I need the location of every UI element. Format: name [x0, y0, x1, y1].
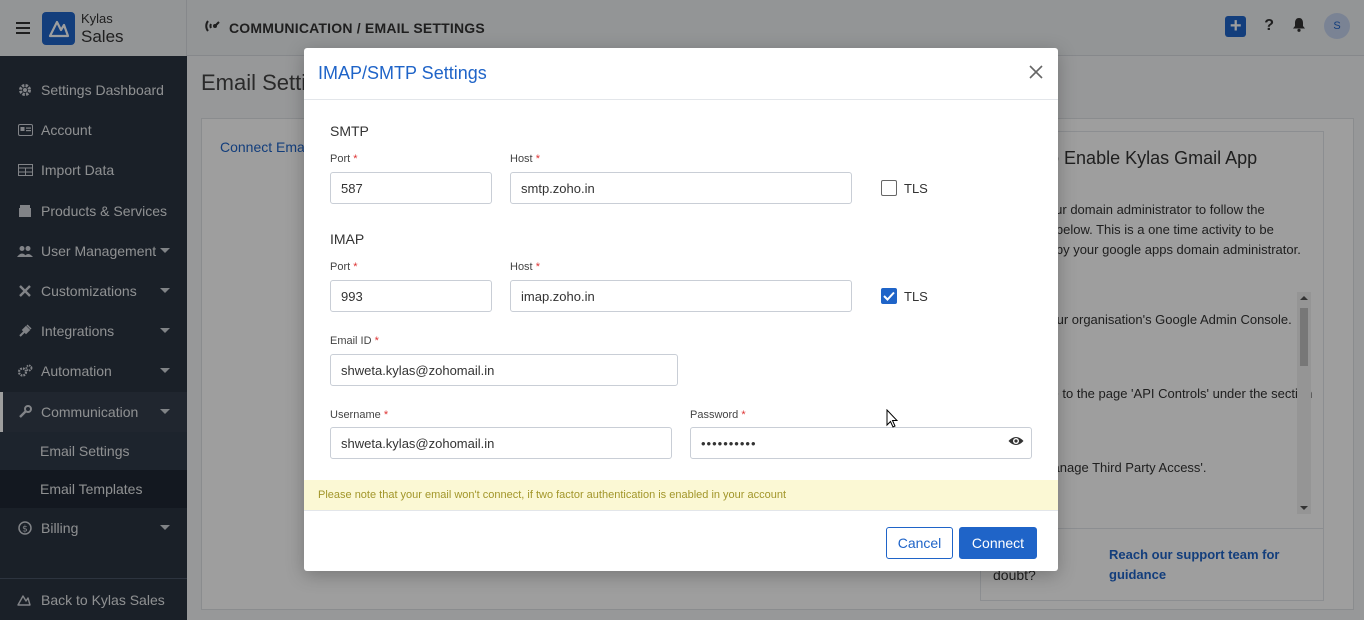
imap-port-label: Port *	[330, 261, 358, 273]
mouse-cursor-icon	[886, 408, 899, 429]
required-mark: *	[353, 153, 358, 165]
username-label-text: Username	[330, 409, 381, 421]
smtp-host-label-text: Host	[510, 153, 533, 165]
cancel-button[interactable]: Cancel	[886, 527, 953, 559]
imap-smtp-settings-modal: IMAP/SMTP Settings SMTP Port * Host * TL…	[304, 48, 1058, 571]
imap-host-label: Host *	[510, 261, 540, 273]
smtp-section-title: SMTP	[330, 123, 369, 139]
smtp-tls-label: TLS	[904, 180, 928, 196]
smtp-tls-checkbox[interactable]	[881, 180, 897, 196]
show-password-eye-icon[interactable]	[1008, 435, 1024, 449]
email-id-input[interactable]	[330, 354, 678, 386]
checkmark-icon	[883, 291, 895, 301]
imap-port-label-text: Port	[330, 261, 351, 273]
two-factor-notice: Please note that your email won't connec…	[304, 480, 1058, 510]
imap-port-input[interactable]	[330, 280, 492, 312]
modal-header: IMAP/SMTP Settings	[304, 48, 1058, 100]
required-mark: *	[741, 409, 746, 421]
required-mark: *	[535, 261, 540, 273]
password-field-wrap	[690, 427, 1032, 459]
smtp-port-input[interactable]	[330, 172, 492, 204]
username-label: Username *	[330, 409, 388, 421]
imap-tls-label: TLS	[904, 288, 928, 304]
modal-footer: Cancel Connect	[304, 510, 1058, 571]
required-mark: *	[383, 409, 389, 421]
password-input[interactable]	[690, 427, 1032, 459]
imap-tls-checkbox[interactable]	[881, 288, 897, 304]
password-label: Password *	[690, 409, 746, 421]
email-id-label-text: Email ID	[330, 335, 372, 347]
smtp-host-input[interactable]	[510, 172, 852, 204]
imap-host-label-text: Host	[510, 261, 533, 273]
modal-title: IMAP/SMTP Settings	[318, 63, 487, 83]
username-input[interactable]	[330, 427, 672, 459]
imap-host-input[interactable]	[510, 280, 852, 312]
required-mark: *	[535, 153, 540, 165]
imap-section-title: IMAP	[330, 231, 365, 247]
smtp-port-label-text: Port	[330, 153, 351, 165]
smtp-tls-checkbox-wrap[interactable]: TLS	[881, 180, 928, 196]
required-mark: *	[353, 261, 358, 273]
imap-tls-checkbox-wrap[interactable]: TLS	[881, 288, 928, 304]
email-id-label: Email ID *	[330, 335, 379, 347]
connect-button[interactable]: Connect	[959, 527, 1037, 559]
close-icon[interactable]	[1026, 62, 1046, 82]
smtp-port-label: Port *	[330, 153, 358, 165]
smtp-host-label: Host *	[510, 153, 540, 165]
required-mark: *	[374, 335, 379, 347]
password-label-text: Password	[690, 409, 739, 421]
